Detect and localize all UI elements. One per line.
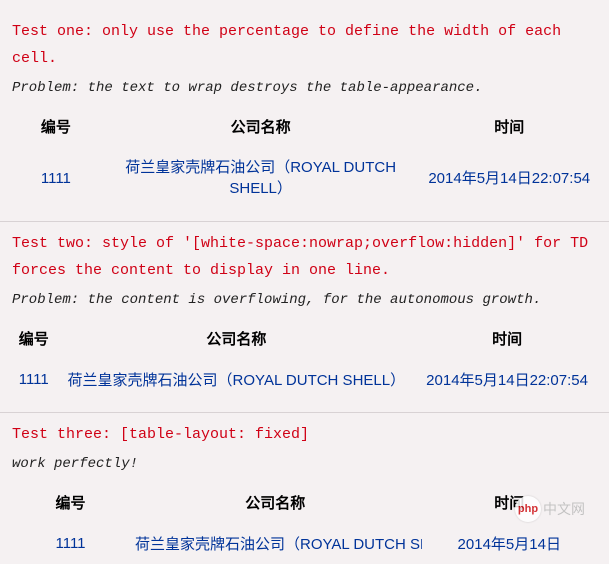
table-header-row: 编号 公司名称 时间 — [12, 318, 597, 359]
test1-problem: Problem: the text to wrap destroys the t… — [12, 80, 597, 96]
table-row: 1111 荷兰皇家壳牌石油公司（ROYAL DUTCH SHELL） 2014年… — [12, 523, 597, 564]
cell-time: 2014年5月14日22:07:54 — [422, 147, 598, 209]
col-header-id: 编号 — [12, 106, 100, 147]
col-header-company: 公司名称 — [55, 318, 417, 359]
divider — [0, 412, 609, 413]
cell-id: 1111 — [12, 147, 100, 209]
test3-title: Test three: [table-layout: fixed] — [12, 421, 597, 448]
col-header-id: 编号 — [12, 318, 55, 359]
table-row: 1111 荷兰皇家壳牌石油公司（ROYAL DUTCH SHELL） 2014年… — [12, 359, 597, 400]
col-header-time: 时间 — [422, 106, 598, 147]
divider — [0, 221, 609, 222]
watermark-text: 中文网 — [543, 499, 585, 519]
cell-id: 1111 — [12, 359, 55, 400]
col-header-time: 时间 — [417, 318, 597, 359]
document-body: Test one: only use the percentage to def… — [0, 0, 609, 564]
table-header-row: 编号 公司名称 时间 — [12, 106, 597, 147]
cell-company: 荷兰皇家壳牌石油公司（ROYAL DUTCH SHELL） — [129, 523, 422, 564]
watermark-logo-icon: php — [515, 496, 541, 522]
test2-title: Test two: style of '[white-space:nowrap;… — [12, 230, 597, 284]
table-test1: 编号 公司名称 时间 1111 荷兰皇家壳牌石油公司（ROYAL DUTCH S… — [12, 106, 597, 209]
cell-company: 荷兰皇家壳牌石油公司（ROYAL DUTCH SHELL） — [55, 359, 417, 400]
col-header-company: 公司名称 — [100, 106, 422, 147]
table-test2: 编号 公司名称 时间 1111 荷兰皇家壳牌石油公司（ROYAL DUTCH S… — [12, 318, 597, 400]
test3-problem: work perfectly! — [12, 456, 597, 472]
watermark: php 中文网 — [515, 495, 605, 523]
table-row: 1111 荷兰皇家壳牌石油公司（ROYAL DUTCH SHELL） 2014年… — [12, 147, 597, 209]
table-test3: 编号 公司名称 时间 1111 荷兰皇家壳牌石油公司（ROYAL DUTCH S… — [12, 482, 597, 564]
test1-title: Test one: only use the percentage to def… — [12, 18, 597, 72]
cell-company: 荷兰皇家壳牌石油公司（ROYAL DUTCH SHELL） — [100, 147, 422, 209]
cell-id: 1111 — [12, 523, 129, 564]
col-header-company: 公司名称 — [129, 482, 422, 523]
test2-problem: Problem: the content is overflowing, for… — [12, 292, 597, 308]
cell-time: 2014年5月14日22:07:54 — [417, 359, 597, 400]
table-header-row: 编号 公司名称 时间 — [12, 482, 597, 523]
cell-time: 2014年5月14日 — [422, 523, 598, 564]
col-header-id: 编号 — [12, 482, 129, 523]
